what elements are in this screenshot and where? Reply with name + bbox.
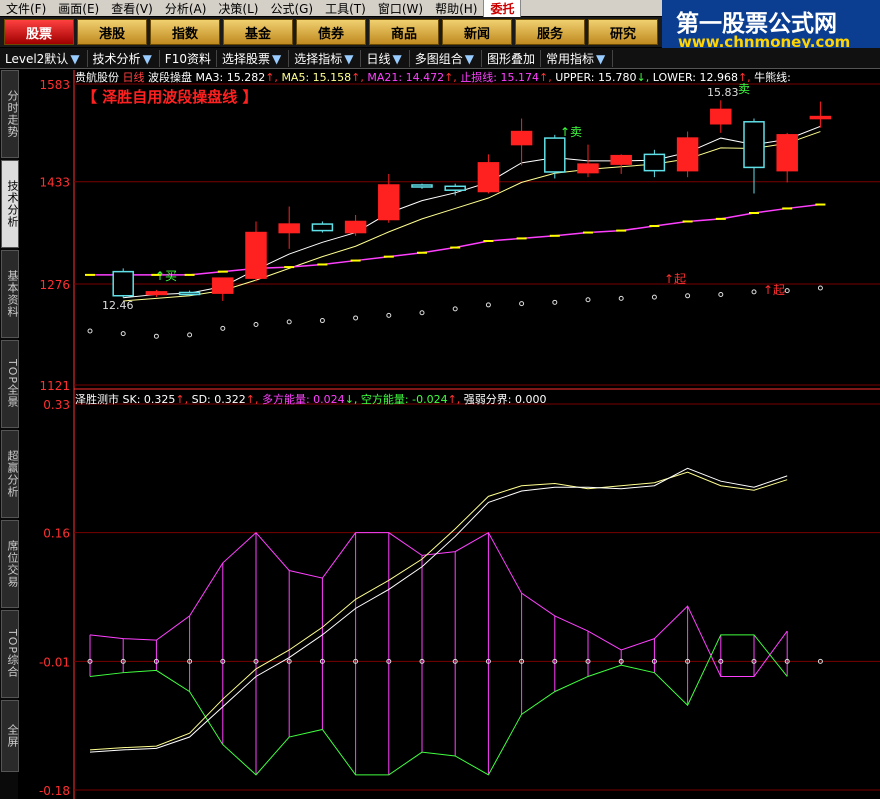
y-tick-label: 1276 xyxy=(39,278,70,292)
buy-signal: ↑买 xyxy=(155,269,177,283)
dot-mark xyxy=(585,297,591,303)
dot-mark xyxy=(784,288,790,294)
dot-mark xyxy=(419,310,425,316)
dot-mark xyxy=(519,301,525,307)
candle-body[interactable] xyxy=(212,277,234,294)
candle-body[interactable] xyxy=(411,184,433,188)
ma3-value: MA3: 15.282 xyxy=(195,71,266,84)
short-energy-value: 空方能量: -0.024 xyxy=(360,393,448,406)
split-value: 强弱分界: 0.000 xyxy=(463,393,547,406)
candle-body[interactable] xyxy=(145,291,168,296)
ma5-value: MA5: 15.158 xyxy=(281,71,352,84)
dot-mark xyxy=(651,294,657,300)
lower-header: 泽胜测市 SK: 0.325↑, SD: 0.322↑, 多方能量: 0.024… xyxy=(75,393,547,406)
long-energy-value: 多方能量: 0.024 xyxy=(261,393,345,406)
high-price-label: 15.83 xyxy=(707,86,739,99)
y-tick-label: 0.33 xyxy=(43,398,70,412)
candle-body[interactable] xyxy=(643,153,666,172)
lower-value: LOWER: 12.968 xyxy=(652,71,738,84)
candle-body[interactable] xyxy=(776,134,798,172)
dot-mark xyxy=(120,331,126,337)
start-signal: ↑起 xyxy=(763,283,785,297)
long-energy-line xyxy=(89,531,788,677)
dot-mark xyxy=(817,285,823,291)
y-tick-label: 0.16 xyxy=(43,527,70,541)
upper-value: UPPER: 15.780 xyxy=(555,71,637,84)
low-price-label: 12.46 xyxy=(102,299,134,312)
y-tick-label: -0.18 xyxy=(39,784,70,798)
dot-mark xyxy=(452,306,458,312)
bull-label: 牛熊线: xyxy=(754,71,791,84)
start-signal: ↑起 xyxy=(664,272,686,286)
dot-mark xyxy=(618,295,624,301)
candle-body[interactable] xyxy=(544,137,566,173)
y-tick-label: -0.01 xyxy=(39,655,70,669)
upper-header: 贵航股份 日线 波段操盘 MA3: 15.282↑, MA5: 15.158↑,… xyxy=(75,71,791,84)
sd-value: SD: 0.322 xyxy=(191,393,246,406)
indicator-name[interactable]: 波段操盘 xyxy=(148,71,192,84)
ma21-value: MA21: 14.472 xyxy=(367,71,445,84)
dot-mark xyxy=(751,289,757,295)
short-energy-line xyxy=(89,634,788,776)
dot-mark xyxy=(187,332,193,338)
candle-body[interactable] xyxy=(710,108,732,125)
candle-body[interactable] xyxy=(444,185,466,191)
dot-mark xyxy=(485,302,491,308)
candle-body[interactable] xyxy=(344,220,367,234)
candle-body[interactable] xyxy=(278,223,300,234)
candle-body[interactable] xyxy=(178,291,201,296)
bull-line xyxy=(90,203,821,276)
stop-value: 止损线: 15.174 xyxy=(460,71,540,84)
dot-mark xyxy=(685,293,691,299)
dot-mark xyxy=(319,318,325,324)
candle-body[interactable] xyxy=(378,184,400,221)
candle-body[interactable] xyxy=(577,163,599,174)
candle-body[interactable] xyxy=(311,223,334,232)
sk-line xyxy=(89,467,788,753)
candle-body[interactable] xyxy=(477,162,500,193)
dot-mark xyxy=(153,333,159,339)
ma5-line xyxy=(123,131,821,302)
sk-value: SK: 0.325 xyxy=(122,393,176,406)
y-tick-label: 1433 xyxy=(39,176,70,190)
dot-mark xyxy=(220,325,226,331)
stock-name: 贵航股份 xyxy=(75,71,119,84)
candle-body[interactable] xyxy=(610,154,632,165)
y-tick-label: 1583 xyxy=(39,78,70,92)
dot-mark xyxy=(253,321,259,327)
dot-mark xyxy=(286,319,292,325)
candle-body[interactable] xyxy=(112,270,134,297)
dot-mark xyxy=(552,299,558,305)
candle-body[interactable] xyxy=(245,231,267,279)
dot-mark xyxy=(87,328,93,334)
period-label[interactable]: 日线 xyxy=(123,71,145,84)
dot-mark xyxy=(718,292,724,297)
dot-mark xyxy=(353,315,359,321)
candle-body[interactable] xyxy=(510,130,533,146)
candle-body[interactable] xyxy=(743,121,765,169)
upper-chart-title: 【 泽胜自用波段操盘线 】 xyxy=(82,88,258,106)
dot-mark xyxy=(386,312,392,318)
lower-indicator-name[interactable]: 泽胜测市 xyxy=(75,393,119,406)
y-tick-label: 1121 xyxy=(39,379,70,393)
candle-body[interactable] xyxy=(676,137,699,172)
sell-signal: ↑卖 xyxy=(560,125,582,139)
candle-body[interactable] xyxy=(809,115,832,120)
